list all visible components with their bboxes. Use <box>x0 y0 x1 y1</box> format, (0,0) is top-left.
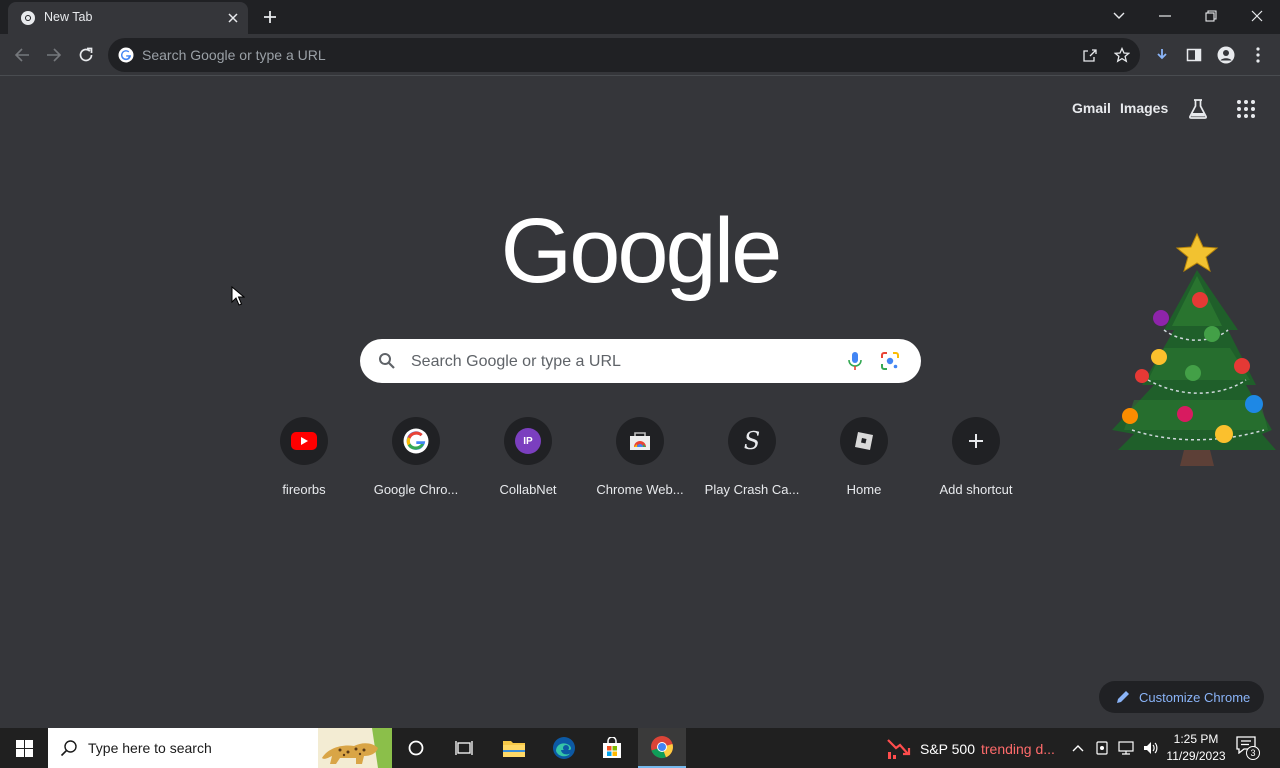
google-lens-icon[interactable] <box>880 351 900 371</box>
tab-close-icon[interactable] <box>224 9 242 27</box>
cortana-icon[interactable] <box>392 728 440 768</box>
notification-center-icon[interactable]: 3 <box>1236 736 1262 760</box>
shortcut-tile[interactable] <box>616 417 664 465</box>
shortcut-label: Play Crash Ca... <box>704 482 800 497</box>
shortcut-label: Google Chro... <box>373 482 459 497</box>
download-icon[interactable] <box>1149 42 1175 68</box>
omnibox[interactable]: Search Google or type a URL <box>108 38 1140 72</box>
profile-icon[interactable] <box>1213 42 1239 68</box>
google-icon <box>403 428 429 454</box>
customize-chrome-label: Customize Chrome <box>1139 690 1251 705</box>
reload-icon[interactable] <box>73 42 99 68</box>
youtube-icon <box>291 432 317 450</box>
forward-arrow-icon[interactable] <box>41 42 67 68</box>
shortcut-tile[interactable] <box>280 417 328 465</box>
collabnet-icon: IP <box>515 428 541 454</box>
close-window-icon[interactable] <box>1240 4 1274 28</box>
roblox-icon <box>855 432 873 450</box>
search-icon <box>379 353 395 369</box>
back-arrow-icon[interactable] <box>9 42 35 68</box>
news-widget-title[interactable]: S&P 500 <box>920 741 975 757</box>
show-hidden-icons-chevron-icon[interactable] <box>1068 738 1088 758</box>
edge-icon[interactable] <box>540 728 588 768</box>
shortcut-label: CollabNet <box>499 482 557 497</box>
taskbar-search-box[interactable]: Type here to search <box>48 728 392 768</box>
crash-casino-icon: S <box>744 428 760 454</box>
shortcut-add[interactable]: Add shortcut <box>920 414 1032 510</box>
meet-now-icon[interactable] <box>1092 738 1112 758</box>
shortcut-label: Add shortcut <box>939 482 1013 497</box>
shortcut-tile[interactable] <box>392 417 440 465</box>
shortcut-fireorbs[interactable]: fireorbs <box>248 414 360 510</box>
collabnet-badge: IP <box>523 435 533 447</box>
omnibox-placeholder: Search Google or type a URL <box>142 47 326 63</box>
clock-date[interactable]: 11/29/2023 <box>1162 749 1230 763</box>
minimize-icon[interactable] <box>1148 4 1182 28</box>
shortcut-collabnet[interactable]: IP CollabNet <box>472 414 584 510</box>
search-input: Search Google or type a URL <box>411 353 621 370</box>
shortcut-tile[interactable] <box>952 417 1000 465</box>
windows-start-icon[interactable] <box>0 728 48 768</box>
network-icon[interactable] <box>1116 738 1136 758</box>
share-icon[interactable] <box>1080 45 1100 65</box>
browser-toolbar: Search Google or type a URL <box>0 34 1280 76</box>
task-view-icon[interactable] <box>440 728 488 768</box>
tab-strip: New Tab <box>0 0 1280 34</box>
shortcut-tile[interactable] <box>840 417 888 465</box>
shortcut-label: Chrome Web... <box>596 482 684 497</box>
tab-search-chevron-icon[interactable] <box>1102 4 1136 28</box>
microphone-icon[interactable] <box>846 351 864 371</box>
shortcut-label: fireorbs <box>282 482 326 497</box>
crash-casino-badge: S <box>743 427 761 455</box>
pencil-icon <box>1117 691 1129 703</box>
chrome-menu-icon[interactable] <box>1245 42 1271 68</box>
google-logo: Google <box>500 200 783 302</box>
shortcut-tile[interactable]: IP <box>504 417 552 465</box>
mouse-cursor-icon <box>231 286 245 306</box>
customize-chrome-button[interactable]: Customize Chrome <box>1099 681 1264 713</box>
clock-time[interactable]: 1:25 PM <box>1166 732 1226 746</box>
microsoft-store-icon[interactable] <box>588 728 636 768</box>
search-highlight-leopard-image <box>318 728 392 768</box>
notification-count-badge: 3 <box>1246 746 1260 760</box>
shortcut-google-chrome[interactable]: Google Chro... <box>360 414 472 510</box>
news-widget-subtitle[interactable]: trending d... <box>981 741 1055 757</box>
chrome-taskbar-icon[interactable] <box>638 728 686 768</box>
shortcut-label: Home <box>846 482 882 497</box>
gmail-link[interactable]: Gmail <box>1072 100 1111 116</box>
google-g-icon <box>118 47 134 63</box>
search-box[interactable]: Search Google or type a URL <box>360 339 921 383</box>
christmas-tree-image <box>1112 232 1276 466</box>
windows-taskbar: Type here to search S&P 500 trending d..… <box>0 728 1280 768</box>
side-panel-icon[interactable] <box>1181 42 1207 68</box>
search-labs-flask-icon[interactable] <box>1186 97 1210 121</box>
chrome-web-store-icon <box>630 432 650 450</box>
search-icon <box>60 740 77 757</box>
stock-chart-down-icon[interactable] <box>886 736 912 760</box>
file-explorer-icon[interactable] <box>490 728 538 768</box>
shortcut-tile[interactable]: S <box>728 417 776 465</box>
google-apps-grid-icon[interactable] <box>1236 99 1256 119</box>
images-link[interactable]: Images <box>1120 100 1168 116</box>
tab-title: New Tab <box>44 10 93 24</box>
new-tab-plus-icon[interactable] <box>258 5 282 29</box>
restore-icon[interactable] <box>1194 4 1228 28</box>
chrome-icon <box>21 11 35 25</box>
tab-new-tab[interactable]: New Tab <box>8 2 248 34</box>
shortcut-home[interactable]: Home <box>808 414 920 510</box>
shortcut-chrome-web-store[interactable]: Chrome Web... <box>584 414 696 510</box>
volume-icon[interactable] <box>1140 738 1160 758</box>
plus-icon <box>969 434 983 448</box>
taskbar-search-placeholder: Type here to search <box>88 740 212 756</box>
shortcut-play-crash-casino[interactable]: S Play Crash Ca... <box>696 414 808 510</box>
bookmark-star-icon[interactable] <box>1112 45 1132 65</box>
